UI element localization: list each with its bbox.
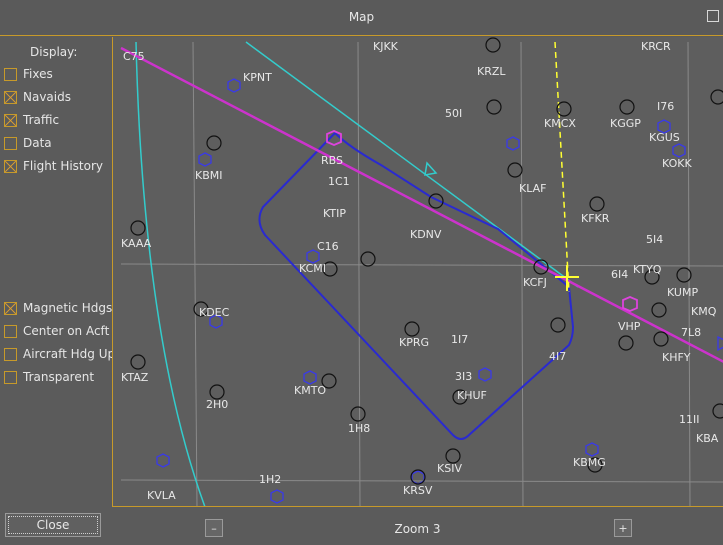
magnetic-hdgs-checkbox[interactable] — [4, 301, 17, 315]
map-view[interactable]: KJKK KRCR C75 KPNT KRZL 50I KMCX KGGP I7… — [112, 37, 723, 507]
option-label: Traffic — [23, 113, 60, 127]
heading-line — [245, 41, 579, 288]
airport-label: KFKR — [581, 212, 610, 225]
airport-label: KTIP — [323, 207, 346, 220]
airport-label: KDEC — [199, 306, 230, 319]
airport-labels: KJKK KRCR C75 KPNT KRZL 50I KMCX KGGP I7… — [121, 40, 719, 502]
airport-label: 7L8 — [681, 326, 701, 339]
option-label: Data — [23, 136, 52, 150]
airport-symbols — [130, 37, 723, 485]
airport-label: 50I — [445, 107, 462, 120]
airport-label: KMQ — [691, 305, 717, 318]
airport-label: I76 — [657, 100, 674, 113]
option-fixes[interactable]: Fixes — [4, 66, 53, 82]
airport-label: KCFJ — [523, 276, 547, 289]
option-flight-history[interactable]: Flight History — [4, 158, 103, 174]
center-on-acft-checkbox[interactable] — [4, 324, 17, 338]
option-magnetic-hdgs[interactable]: Magnetic Hdgs — [4, 300, 112, 316]
airport-label: KRCR — [641, 40, 671, 53]
airport-label: KBMG — [573, 456, 606, 469]
transparent-checkbox[interactable] — [4, 370, 17, 384]
airport-label: 1I7 — [451, 333, 468, 346]
airport-label: KBA — [696, 432, 719, 445]
option-data[interactable]: Data — [4, 135, 52, 151]
option-label: Aircraft Hdg Up — [23, 347, 116, 361]
zoom-in-button[interactable]: + — [614, 519, 632, 537]
option-label: Center on Acft — [23, 324, 110, 338]
display-options-panel: Display: Fixes Navaids Traffic Data Flig… — [0, 37, 115, 545]
airport-label: KRSV — [403, 484, 433, 497]
airport-label: KMCX — [544, 117, 576, 130]
option-label: Transparent — [23, 370, 95, 384]
option-label: Magnetic Hdgs — [23, 301, 113, 315]
airport-label: KGGP — [610, 117, 641, 130]
airport-label: 11II — [679, 413, 700, 426]
airport-label: KUMP — [667, 286, 698, 299]
airport-label: C75 — [123, 50, 145, 63]
zoom-bar: – Zoom 3 + — [112, 508, 723, 545]
option-center-on-acft[interactable]: Center on Acft — [4, 323, 109, 339]
option-traffic[interactable]: Traffic — [4, 112, 59, 128]
airport-label: KAAA — [121, 237, 152, 250]
navaid-symbols — [156, 78, 723, 504]
map-canvas[interactable]: KJKK KRCR C75 KPNT KRZL 50I KMCX KGGP I7… — [113, 37, 723, 507]
option-label: Navaids — [23, 90, 71, 104]
airport-label: KDNV — [410, 228, 442, 241]
airport-label: KLAF — [519, 182, 546, 195]
window-title: Map — [348, 10, 375, 24]
airport-label: 3I3 — [455, 370, 472, 383]
data-checkbox[interactable] — [4, 136, 17, 150]
aircraft-hdg-up-checkbox[interactable] — [4, 347, 17, 361]
airport-label: KPRG — [399, 336, 429, 349]
airport-label: 1C1 — [328, 175, 350, 188]
airport-label: 2H0 — [206, 398, 228, 411]
display-label: Display: — [30, 45, 78, 59]
airport-label: KBMI — [195, 169, 223, 182]
airport-label: KVLA — [147, 489, 176, 502]
option-navaids[interactable]: Navaids — [4, 89, 71, 105]
airport-label: 4I7 — [549, 350, 566, 363]
airport-label: KGUS — [649, 131, 680, 144]
close-button[interactable]: Close — [5, 513, 101, 537]
fixes-checkbox[interactable] — [4, 67, 17, 81]
airport-label: 1H2 — [259, 473, 281, 486]
airport-label: KRZL — [477, 65, 506, 78]
window-toggle-button[interactable] — [707, 10, 719, 22]
airport-label: KSIV — [437, 462, 462, 475]
airport-label: KPNT — [243, 71, 272, 84]
option-transparent[interactable]: Transparent — [4, 369, 94, 385]
airport-label: KCMI — [299, 262, 326, 275]
airport-label: KHFY — [662, 351, 691, 364]
option-label: Flight History — [23, 159, 104, 173]
option-label: Fixes — [23, 67, 53, 81]
heading-arrow-icon — [424, 161, 438, 176]
traffic-aircraft-icon — [555, 265, 579, 291]
airport-label: 1H8 — [348, 422, 370, 435]
airport-label: KOKK — [662, 157, 692, 170]
airport-label: KTYQ — [633, 263, 662, 276]
airport-label: RBS — [321, 154, 343, 167]
airport-label: KTAZ — [121, 371, 149, 384]
airport-label: VHP — [618, 320, 641, 333]
airport-label: 6I4 — [611, 268, 628, 281]
flight-history-checkbox[interactable] — [4, 159, 17, 173]
traffic-checkbox[interactable] — [4, 113, 17, 127]
airport-label: KHUF — [457, 389, 487, 402]
airport-label: C16 — [317, 240, 339, 253]
option-aircraft-hdg-up[interactable]: Aircraft Hdg Up — [4, 346, 115, 362]
airport-label: KJKK — [373, 40, 399, 53]
airport-label: KMTO — [294, 384, 326, 397]
traffic-track — [554, 41, 570, 293]
title-bar: Map — [0, 0, 723, 36]
airport-label: 5I4 — [646, 233, 663, 246]
navaids-checkbox[interactable] — [4, 90, 17, 104]
